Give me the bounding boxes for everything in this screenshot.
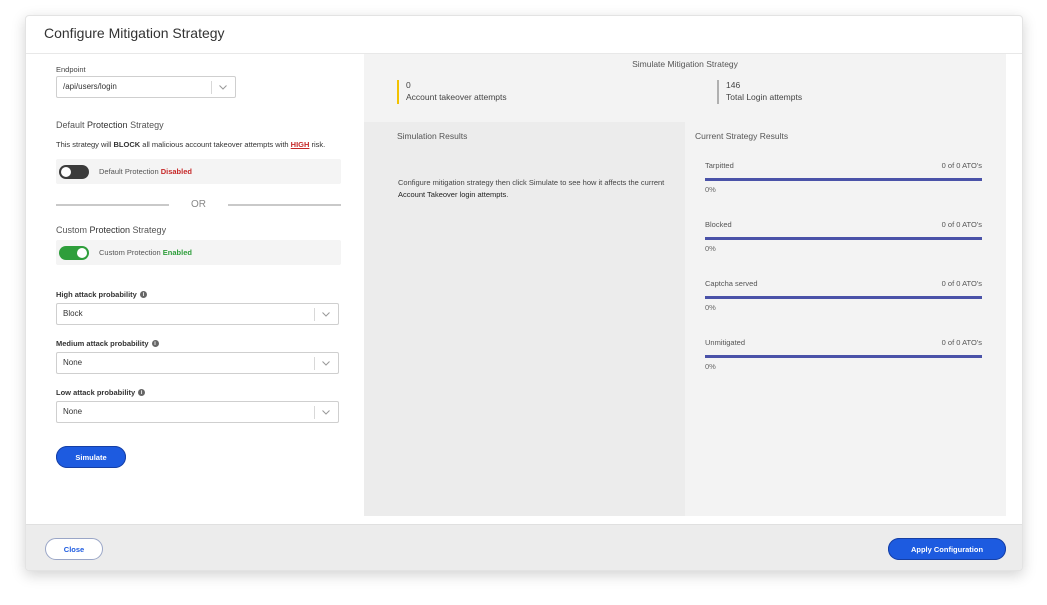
- result-name: Unmitigated: [705, 338, 746, 347]
- result-count: 0 of 0 ATO's: [941, 220, 982, 229]
- total-login-label: Total Login attempts: [726, 92, 803, 102]
- result-blocked: Blocked 0 of 0 ATO's 0%: [705, 220, 982, 253]
- probability-high: High attack probability i Block: [56, 290, 341, 325]
- modal-title: Configure Mitigation Strategy: [44, 25, 225, 41]
- info-icon[interactable]: i: [139, 291, 147, 298]
- result-count: 0 of 0 ATO's: [941, 161, 982, 170]
- simulation-header: Simulate Mitigation Strategy 0 Account t…: [364, 54, 1006, 122]
- result-captcha: Captcha served 0 of 0 ATO's 0%: [705, 279, 982, 312]
- simulation-results-title: Simulation Results: [397, 131, 468, 141]
- result-percent: 0%: [705, 244, 716, 253]
- simulation-panel: Simulate Mitigation Strategy 0 Account t…: [364, 54, 1006, 516]
- ato-attempts-stat: 0 Account takeover attempts: [397, 80, 507, 104]
- info-icon[interactable]: i: [151, 340, 159, 347]
- medium-probability-select[interactable]: None: [56, 352, 339, 374]
- custom-strategy-title: Custom Protection Strategy: [56, 225, 167, 235]
- result-name: Tarpitted: [705, 161, 734, 170]
- ato-attempts-label: Account takeover attempts: [406, 92, 507, 102]
- result-percent: 0%: [705, 362, 716, 371]
- result-bar: [705, 296, 982, 299]
- configure-mitigation-modal: Configure Mitigation Strategy Endpoint /…: [25, 15, 1023, 571]
- result-tarpitted: Tarpitted 0 of 0 ATO's 0%: [705, 161, 982, 194]
- or-text: OR: [191, 199, 206, 210]
- endpoint-select[interactable]: /api/users/login: [56, 76, 236, 98]
- low-probability-select[interactable]: None: [56, 401, 339, 423]
- current-strategy-panel: Current Strategy Results Tarpitted 0 of 0…: [685, 122, 1006, 516]
- current-strategy-title: Current Strategy Results: [695, 131, 789, 141]
- total-login-stat: 146 Total Login attempts: [717, 80, 802, 104]
- default-strategy-description: This strategy will BLOCK all malicious a…: [56, 140, 326, 149]
- ato-attempts-value: 0: [406, 80, 411, 90]
- apply-configuration-button[interactable]: Apply Configuration: [888, 538, 1006, 560]
- default-protection-status: Disabled: [160, 167, 192, 176]
- or-divider: OR: [56, 199, 341, 210]
- chevron-down-icon[interactable]: [320, 402, 332, 422]
- endpoint-value: /api/users/login: [63, 82, 117, 91]
- default-protection-row: Default Protection Disabled: [56, 159, 341, 184]
- info-icon[interactable]: i: [138, 389, 146, 396]
- simulation-results-panel: Simulation Results Configure mitigation …: [364, 122, 685, 516]
- modal-footer: Close Apply Configuration: [26, 524, 1022, 570]
- result-bar: [705, 237, 982, 240]
- probability-low: Low attack probability i None: [56, 388, 341, 423]
- low-probability-label: Low attack probability: [56, 388, 136, 397]
- default-protection-label: Default Protection Disabled: [99, 167, 192, 176]
- chevron-down-icon[interactable]: [320, 304, 332, 324]
- select-divider: [211, 81, 212, 94]
- default-protection-toggle[interactable]: [59, 164, 89, 179]
- modal-header: Configure Mitigation Strategy: [26, 16, 1022, 54]
- chevron-down-icon[interactable]: [217, 77, 229, 97]
- result-name: Blocked: [705, 220, 732, 229]
- result-unmitigated: Unmitigated 0 of 0 ATO's 0%: [705, 338, 982, 371]
- custom-protection-label: Custom Protection Enabled: [99, 248, 192, 257]
- result-percent: 0%: [705, 185, 716, 194]
- simulation-title: Simulate Mitigation Strategy: [632, 59, 738, 69]
- endpoint-label: Endpoint: [56, 65, 86, 74]
- result-bar: [705, 178, 982, 181]
- result-bar: [705, 355, 982, 358]
- default-strategy-title: Default Protection Strategy: [56, 120, 164, 130]
- result-count: 0 of 0 ATO's: [941, 338, 982, 347]
- strategy-form: Endpoint /api/users/login Default Protec…: [56, 61, 341, 468]
- result-count: 0 of 0 ATO's: [941, 279, 982, 288]
- probability-medium: Medium attack probability i None: [56, 339, 341, 374]
- high-probability-label: High attack probability: [56, 290, 137, 299]
- total-login-value: 146: [726, 80, 741, 90]
- simulate-button[interactable]: Simulate: [56, 446, 126, 468]
- medium-probability-label: Medium attack probability: [56, 339, 149, 348]
- close-button[interactable]: Close: [45, 538, 103, 560]
- custom-protection-row: Custom Protection Enabled: [56, 240, 341, 265]
- custom-protection-status: Enabled: [162, 248, 192, 257]
- result-percent: 0%: [705, 303, 716, 312]
- simulation-results-text: Configure mitigation strategy then click…: [398, 178, 665, 199]
- custom-protection-toggle[interactable]: [59, 245, 89, 260]
- chevron-down-icon[interactable]: [320, 353, 332, 373]
- result-name: Captcha served: [705, 279, 758, 288]
- high-probability-select[interactable]: Block: [56, 303, 339, 325]
